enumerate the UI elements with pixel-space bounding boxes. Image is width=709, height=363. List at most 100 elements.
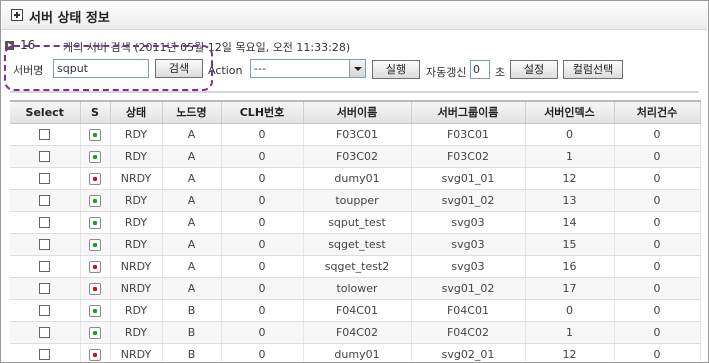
col-header-server-index[interactable]: 서버인덱스 xyxy=(525,100,615,124)
table-row[interactable]: RDY A 0 F03C02 F03C02 1 0 xyxy=(10,145,701,168)
select-cell xyxy=(10,233,81,256)
processed-count-cell: 0 xyxy=(614,299,701,322)
processed-count-cell: 0 xyxy=(614,167,701,190)
server-index-cell: 1 xyxy=(525,321,615,344)
server-index-cell: 0 xyxy=(525,299,615,322)
chevron-down-icon[interactable] xyxy=(349,60,365,77)
table-row[interactable]: NRDY B 0 dumy01 svg02_01 12 0 xyxy=(10,343,701,362)
action-select[interactable]: --- xyxy=(250,59,366,78)
status-cell xyxy=(80,211,111,234)
row-select-checkbox[interactable] xyxy=(39,173,51,184)
status-cell xyxy=(80,255,111,278)
clh-cell: 0 xyxy=(221,277,304,300)
table-row[interactable]: RDY A 0 sqput_test svg03 14 0 xyxy=(10,211,701,234)
col-header-state[interactable]: 상태 xyxy=(110,100,163,124)
select-cell xyxy=(10,299,81,322)
server-group-cell: svg03 xyxy=(411,211,526,234)
node-cell: A xyxy=(162,211,222,234)
server-name-input[interactable]: sqput xyxy=(53,59,149,78)
server-group-cell: F03C02 xyxy=(411,145,526,168)
node-cell: A xyxy=(162,233,222,256)
row-select-checkbox[interactable] xyxy=(39,349,51,360)
row-select-checkbox[interactable] xyxy=(39,195,51,206)
state-cell: NRDY xyxy=(110,343,163,362)
processed-count-cell: 0 xyxy=(614,145,701,168)
server-group-cell: F03C01 xyxy=(411,123,526,146)
table-row[interactable]: NRDY A 0 dumy01 svg01_01 12 0 xyxy=(10,167,701,190)
status-cell xyxy=(80,145,111,168)
search-button[interactable]: 검색 xyxy=(155,59,203,78)
select-cell xyxy=(10,211,81,234)
status-cell xyxy=(80,189,111,212)
status-indicator-icon xyxy=(89,326,101,339)
server-index-cell: 13 xyxy=(525,189,615,212)
seconds-unit: 초 xyxy=(495,66,506,79)
expand-box-icon[interactable] xyxy=(11,9,23,21)
table-row[interactable]: NRDY A 0 sqget_test2 svg03 16 0 xyxy=(10,255,701,278)
col-header-server-group[interactable]: 서버그룹이름 xyxy=(411,100,526,124)
server-group-cell: svg03 xyxy=(411,233,526,256)
server-name-cell: F04C02 xyxy=(303,321,412,344)
node-cell: A xyxy=(162,189,222,212)
status-indicator-icon xyxy=(89,348,101,361)
status-indicator-icon xyxy=(89,304,101,317)
server-index-cell: 17 xyxy=(525,277,615,300)
server-name-cell: dumy01 xyxy=(303,343,412,362)
row-select-checkbox[interactable] xyxy=(39,305,51,316)
clh-cell: 0 xyxy=(221,189,304,212)
col-header-s[interactable]: S xyxy=(80,100,111,124)
settings-button[interactable]: 설정 xyxy=(510,60,558,79)
table-row[interactable]: RDY B 0 F04C02 F04C02 1 0 xyxy=(10,321,701,344)
state-cell: NRDY xyxy=(110,167,163,190)
run-button[interactable]: 실행 xyxy=(372,60,420,79)
title-bar: 서버 상태 정보 xyxy=(2,2,707,30)
table-row[interactable]: RDY A 0 F03C01 F03C01 0 0 xyxy=(10,123,701,146)
auto-refresh-input[interactable]: 0 xyxy=(470,60,490,79)
table-row[interactable]: RDY A 0 toupper svg01_02 13 0 xyxy=(10,189,701,212)
table-row[interactable]: RDY A 0 sqget_test svg03 15 0 xyxy=(10,233,701,256)
col-header-select[interactable]: Select xyxy=(10,100,81,124)
select-cell xyxy=(10,277,81,300)
server-index-cell: 0 xyxy=(525,123,615,146)
row-select-checkbox[interactable] xyxy=(39,283,51,294)
row-select-checkbox[interactable] xyxy=(39,261,51,272)
col-header-node[interactable]: 노드명 xyxy=(162,100,222,124)
server-group-cell: svg03 xyxy=(411,255,526,278)
col-header-clh[interactable]: CLH번호 xyxy=(221,100,304,124)
column-select-button[interactable]: 컬럼선택 xyxy=(563,60,623,79)
clh-cell: 0 xyxy=(221,211,304,234)
col-header-server-name[interactable]: 서버이름 xyxy=(303,100,412,124)
clh-cell: 0 xyxy=(221,255,304,278)
processed-count-cell: 0 xyxy=(614,343,701,362)
state-cell: RDY xyxy=(110,299,163,322)
state-cell: RDY xyxy=(110,123,163,146)
status-indicator-icon xyxy=(89,128,101,141)
processed-count-cell: 0 xyxy=(614,255,701,278)
status-cell xyxy=(80,167,111,190)
row-select-checkbox[interactable] xyxy=(39,327,51,338)
row-select-checkbox[interactable] xyxy=(39,151,51,162)
server-name-cell: F04C01 xyxy=(303,299,412,322)
clh-cell: 0 xyxy=(221,167,304,190)
table-row[interactable]: RDY B 0 F04C01 F04C01 0 0 xyxy=(10,299,701,322)
table-header-row: Select S 상태 노드명 CLH번호 서버이름 서버그룹이름 서버인덱스 … xyxy=(10,100,701,124)
select-cell xyxy=(10,321,81,344)
action-label: Action xyxy=(208,64,243,77)
table-row[interactable]: NRDY A 0 tolower svg01_02 17 0 xyxy=(10,277,701,300)
server-index-cell: 12 xyxy=(525,343,615,362)
status-cell xyxy=(80,233,111,256)
node-cell: B xyxy=(162,321,222,344)
clh-cell: 0 xyxy=(221,145,304,168)
result-count: 16 xyxy=(20,38,36,52)
col-header-processed[interactable]: 처리건수 xyxy=(614,100,701,124)
server-table: Select S 상태 노드명 CLH번호 서버이름 서버그룹이름 서버인덱스 … xyxy=(10,100,701,362)
server-index-cell: 14 xyxy=(525,211,615,234)
row-select-checkbox[interactable] xyxy=(39,239,51,250)
server-status-panel: 서버 상태 정보 16 개의 서버 검색 (2011년 05월 12일 목요일,… xyxy=(0,0,709,363)
row-select-checkbox[interactable] xyxy=(39,129,51,140)
node-cell: A xyxy=(162,145,222,168)
clh-cell: 0 xyxy=(221,343,304,362)
state-cell: NRDY xyxy=(110,277,163,300)
row-select-checkbox[interactable] xyxy=(39,217,51,228)
status-indicator-icon xyxy=(89,260,101,273)
